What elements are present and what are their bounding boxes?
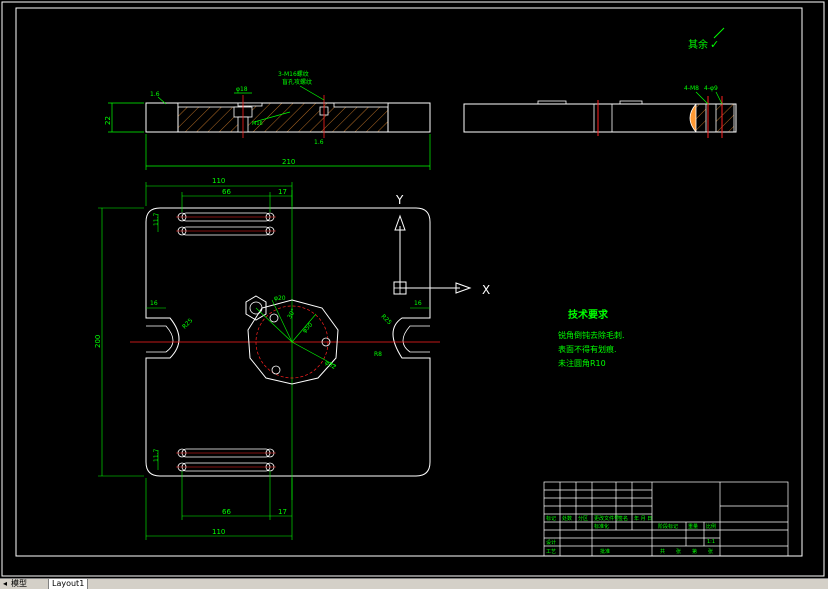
dim-plan-spacing-top: 66 [222, 188, 231, 196]
note-holes-2: 盲孔攻螺纹 [282, 78, 312, 86]
ucs-axes: Y X [393, 193, 490, 297]
tb-sheet-unit: 张 [708, 548, 713, 555]
tb-stage: 阶段标记 [658, 523, 678, 530]
tb-weight: 重量 [688, 523, 698, 530]
dim-hex: φ20 [274, 295, 286, 302]
tb-approve: 批准 [600, 548, 610, 555]
tb-scale-value: 1:1 [707, 539, 715, 545]
tb-label-5: 年 月 日 [634, 515, 652, 522]
dim-plan-height: 200 [94, 335, 102, 348]
tb-label-3: 更改文件号 [594, 515, 619, 522]
tb-label-4: 签名 [618, 515, 628, 522]
dim-row-bottom: 11.7 [153, 448, 160, 462]
tech-line-2: 表面不得有划痕. [558, 344, 617, 354]
tb-label-2: 分区 [578, 515, 588, 522]
dim-r-right: R25 [380, 313, 393, 326]
dim-top-slot: φ18 [236, 86, 248, 93]
roughness-note: 其余 ✓ [688, 27, 725, 51]
roughness-b: 1.6 [314, 139, 324, 146]
dim-plan-width-bottom: 110 [212, 528, 225, 536]
tb-process: 工艺 [546, 549, 556, 555]
tb-label-1: 处数 [562, 515, 572, 522]
dim-plan-width-top: 110 [212, 177, 225, 185]
tb-label-0: 标记 [546, 515, 556, 522]
side-note-b: 4-φ9 [704, 85, 718, 92]
dim-right-slot: 16 [414, 300, 422, 307]
dim-row-top: 11.7 [153, 212, 160, 226]
dim-plan-offset-bottom: 17 [278, 508, 287, 516]
dim-plan-spacing-bottom: 66 [222, 508, 231, 516]
tech-title: 技术要求 [568, 308, 609, 321]
tb-design: 设计 [546, 539, 556, 546]
tech-line-1: 锐角倒钝去除毛刺. [558, 330, 625, 340]
tb-sheet: 张 [676, 548, 681, 555]
dim-r-left: R25 [181, 317, 194, 330]
tb-scale: 比例 [706, 523, 716, 530]
tech-requirements: 技术要求 锐角倒钝去除毛刺. 表面不得有划痕. 未注圆角R10 [558, 308, 625, 368]
dim-polygon: φ50 [301, 321, 314, 334]
dim-top-height: 22 [104, 116, 112, 125]
axis-x-label: X [482, 283, 490, 297]
roughness-note-text: 其余 [688, 38, 708, 51]
tb-sheet-num: 第 [692, 548, 697, 555]
layout-tab-bar: ◂ 模型 Layout1 [0, 578, 828, 589]
dim-left-slot: 16 [150, 300, 158, 307]
title-block-text: 标记 处数 分区 更改文件号 签名 年 月 日 设计 工艺 标准化 批准 阶段标… [546, 515, 716, 555]
side-note-a: 4-M8 [684, 85, 699, 92]
note-holes-1: 3-M16螺纹 [278, 70, 309, 78]
dim-plan-offset-top: 17 [278, 188, 287, 196]
tb-sheet-total: 共 [660, 548, 665, 555]
tb-standard: 标准化 [594, 523, 609, 530]
side-view: 4-M8 4-φ9 [463, 85, 737, 138]
dim-r-small: R8 [374, 351, 382, 358]
top-section-view: 210 22 φ18 1.6 1.6 3-M16螺纹 盲孔攻螺纹 M16 [104, 70, 431, 170]
dim-angle: 30° [286, 307, 297, 320]
tech-line-3: 未注圆角R10 [558, 358, 606, 368]
plan-view: 110 66 17 110 66 17 200 11.7 11.7 16 16 … [94, 177, 440, 540]
outer-border [1, 1, 825, 577]
svg-text:M16: M16 [252, 121, 263, 127]
roughness-symbol-icon: ✓ [710, 38, 719, 51]
dim-top-length: 210 [282, 158, 295, 166]
cad-drawing[interactable]: 其余 ✓ 210 22 φ18 1.6 1.6 3-M16螺纹 盲孔攻螺纹 M1… [0, 0, 828, 578]
axis-y-label: Y [395, 193, 404, 207]
